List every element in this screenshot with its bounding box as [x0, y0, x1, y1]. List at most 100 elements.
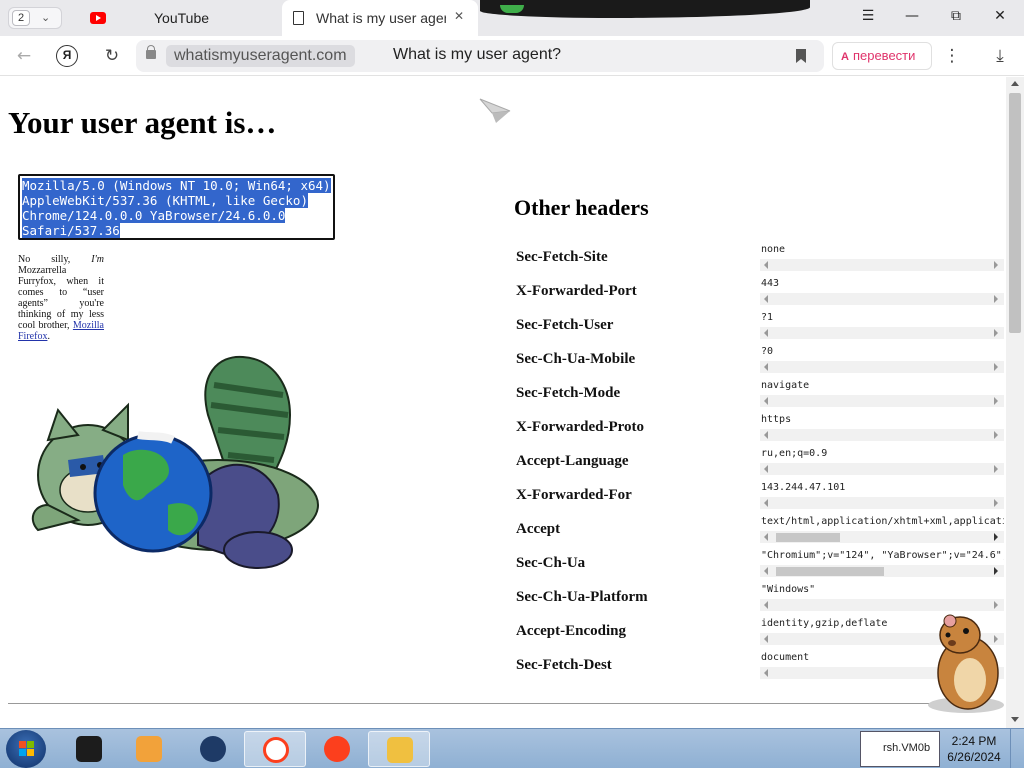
- paper-plane-icon: [479, 98, 511, 123]
- header-value-box[interactable]: ru,en;q=0.9: [760, 448, 1004, 480]
- header-name: Sec-Fetch-Dest: [516, 657, 612, 673]
- header-name: Accept-Language: [516, 453, 629, 469]
- windows-taskbar: rsh.VM0b 2:24 PM 6/26/2024: [0, 728, 1024, 768]
- header-name: X-Forwarded-For: [516, 487, 632, 503]
- tab-count: 2: [12, 10, 30, 26]
- yandex-home-icon[interactable]: Я: [56, 45, 78, 67]
- bookmark-icon[interactable]: [796, 49, 806, 63]
- header-value-box[interactable]: text/html,application/xhtml+xml,applicat…: [760, 516, 1004, 548]
- scroll-down-arrow-icon[interactable]: [1011, 717, 1019, 722]
- reload-icon[interactable]: ↻: [100, 44, 124, 68]
- tab-counter-button[interactable]: 2 ⌄: [8, 7, 62, 29]
- tab-youtube[interactable]: YouTube: [80, 0, 270, 36]
- header-value: 443: [761, 278, 780, 289]
- download-icon[interactable]: ⤓: [988, 44, 1012, 68]
- hamster-sticker: [928, 614, 1004, 713]
- user-agent-textbox[interactable]: Mozilla/5.0 (Windows NT 10.0; Win64; x64…: [18, 174, 335, 240]
- scroll-up-arrow-icon[interactable]: [1011, 81, 1019, 86]
- header-name: Sec-Ch-Ua: [516, 555, 586, 571]
- header-value: text/html,application/xhtml+xml,applicat…: [761, 516, 1004, 527]
- scrollbar-thumb[interactable]: [1009, 93, 1021, 333]
- header-value: "Windows": [761, 584, 816, 595]
- system-clock[interactable]: 2:24 PM 6/26/2024: [944, 733, 1004, 765]
- horizontal-scrollbar[interactable]: [760, 565, 1004, 577]
- restore-button[interactable]: ⧉: [945, 8, 967, 28]
- taskbar-app-explorer[interactable]: [368, 731, 430, 767]
- taskbar-app-terminal[interactable]: [58, 731, 120, 767]
- minimize-button[interactable]: —: [901, 8, 923, 28]
- horizontal-scrollbar[interactable]: [760, 531, 1004, 543]
- horizontal-scrollbar[interactable]: [760, 259, 1004, 271]
- translate-icon: A: [841, 51, 849, 63]
- translate-label: перевести: [852, 48, 916, 63]
- horizontal-scrollbar[interactable]: [760, 429, 1004, 441]
- tab-title: YouTube: [154, 10, 210, 26]
- header-name: X-Forwarded-Proto: [516, 419, 645, 435]
- translate-button[interactable]: Aперевести: [832, 42, 932, 70]
- tab-active[interactable]: What is my user agent? ✕: [282, 0, 478, 36]
- address-bar[interactable]: whatismyuseragent.com What is my user ag…: [136, 40, 824, 72]
- horizontal-rule: [8, 703, 998, 704]
- header-name: Sec-Ch-Ua-Platform: [516, 589, 648, 605]
- header-value: ?0: [761, 346, 774, 357]
- close-tab-icon[interactable]: ✕: [454, 9, 464, 23]
- desktop-background-decoration: [480, 0, 810, 18]
- header-value-box[interactable]: 143.244.47.101: [760, 482, 1004, 514]
- taskbar-app-yandex[interactable]: [306, 731, 368, 767]
- other-headers-title: Other headers: [514, 195, 649, 220]
- close-window-button[interactable]: ✕: [989, 8, 1011, 28]
- page-content: Your user agent is… Mozilla/5.0 (Windows…: [0, 77, 1006, 728]
- header-value-box[interactable]: ?1: [760, 312, 1004, 344]
- header-value-box[interactable]: ?0: [760, 346, 1004, 378]
- more-menu-icon[interactable]: ⋮: [940, 44, 964, 68]
- lock-icon[interactable]: [146, 45, 156, 59]
- header-value: 143.244.47.101: [761, 482, 846, 493]
- horizontal-scrollbar[interactable]: [760, 327, 1004, 339]
- tab-bar: 2 ⌄ YouTube What is my user agent? ✕ ☰ —…: [0, 0, 1024, 36]
- address-domain[interactable]: whatismyuseragent.com: [166, 45, 355, 67]
- document-icon: [293, 11, 304, 25]
- horizontal-scrollbar[interactable]: [760, 497, 1004, 509]
- header-name: Sec-Fetch-Site: [516, 249, 608, 265]
- mascot-illustration: [31, 355, 319, 569]
- taskbar-app-yandex-browser[interactable]: [244, 731, 306, 767]
- scrollbar-thumb[interactable]: [776, 567, 884, 576]
- header-value: navigate: [761, 380, 810, 391]
- show-desktop-button[interactable]: [1010, 729, 1024, 768]
- taskbar-app-media-player[interactable]: [118, 731, 180, 767]
- ua-line: AppleWebKit/537.36 (KHTML, like Gecko): [22, 193, 308, 208]
- header-name: Sec-Fetch-User: [516, 317, 614, 333]
- clock-time: 2:24 PM: [951, 734, 997, 748]
- tray-window-thumbnail[interactable]: rsh.VM0b: [860, 731, 940, 767]
- header-name: X-Forwarded-Port: [516, 283, 637, 299]
- header-value: none: [761, 244, 786, 255]
- page-vertical-scrollbar[interactable]: [1006, 77, 1024, 728]
- address-page-title[interactable]: What is my user agent?: [393, 46, 561, 64]
- header-value-box[interactable]: 443: [760, 278, 1004, 310]
- tray-label: rsh.VM0b: [883, 742, 931, 754]
- horizontal-scrollbar[interactable]: [760, 361, 1004, 373]
- horizontal-scrollbar[interactable]: [760, 395, 1004, 407]
- mascot-note: No silly, I'm Mozzarrella Furryfox, when…: [18, 254, 104, 342]
- header-value: ?1: [761, 312, 774, 323]
- horizontal-scrollbar[interactable]: [760, 463, 1004, 475]
- header-value-box[interactable]: navigate: [760, 380, 1004, 412]
- clock-date: 6/26/2024: [947, 750, 1001, 764]
- youtube-icon: [90, 12, 106, 24]
- taskbar-app-globe[interactable]: [182, 731, 244, 767]
- header-value-box[interactable]: none: [760, 244, 1004, 276]
- start-button[interactable]: [6, 730, 46, 768]
- scrollbar-thumb[interactable]: [776, 533, 840, 542]
- header-name: Sec-Fetch-Mode: [516, 385, 621, 401]
- header-value: https: [761, 414, 792, 425]
- chevron-down-icon[interactable]: ⌄: [41, 11, 50, 24]
- horizontal-scrollbar[interactable]: [760, 293, 1004, 305]
- header-value-box[interactable]: https: [760, 414, 1004, 446]
- header-value-box[interactable]: "Chromium";v="124", "YaBrowser";v="24.6"…: [760, 550, 1004, 582]
- header-value: ru,en;q=0.9: [761, 448, 828, 459]
- menu-icon[interactable]: ☰: [857, 8, 879, 28]
- ua-line: Safari/537.36: [22, 223, 120, 238]
- header-name: Accept: [516, 521, 561, 537]
- back-arrow-icon[interactable]: ←: [12, 44, 36, 68]
- ua-line: Mozilla/5.0 (Windows NT 10.0; Win64; x64…: [22, 178, 331, 193]
